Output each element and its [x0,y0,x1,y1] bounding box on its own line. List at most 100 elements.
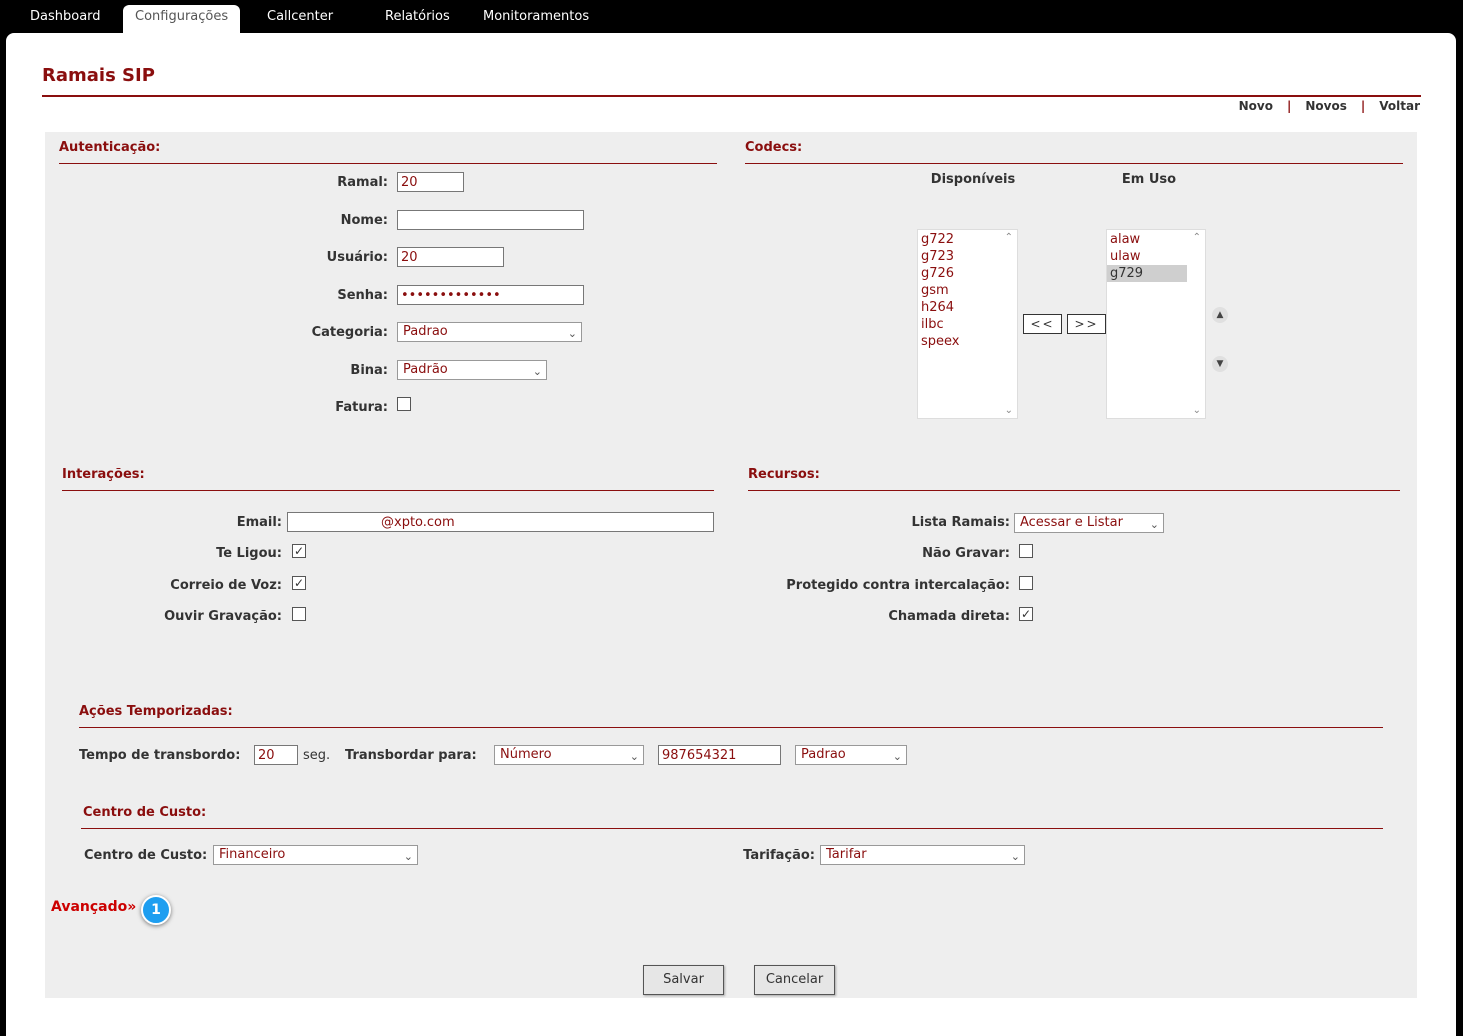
transbordar-padrao-select[interactable]: Padrao ⌄ [795,745,907,765]
move-down-icon[interactable]: ▼ [1212,356,1228,372]
page-title: Ramais SIP [42,65,155,86]
interacoes-divider [62,490,714,491]
te-ligou-label: Te Ligou: [216,546,282,561]
fatura-label: Fatura: [335,400,388,415]
nao-gravar-checkbox[interactable] [1019,544,1033,558]
centro-divider [81,828,1383,829]
centro-title: Centro de Custo: [83,805,207,820]
list-item[interactable]: h264 [918,299,1017,316]
move-up-icon[interactable]: ▲ [1212,307,1228,323]
scroll-up-icon[interactable]: ⌃ [1193,232,1201,243]
tempo-input[interactable] [254,745,298,765]
recursos-title: Recursos: [748,467,820,482]
tab-callcenter[interactable]: Callcenter [255,5,345,34]
scroll-down-icon[interactable]: ⌄ [1005,405,1013,416]
tarifacao-select[interactable]: Tarifar ⌄ [820,845,1025,865]
chevron-down-icon: ⌄ [567,327,577,340]
transbordar-tipo-select[interactable]: Número ⌄ [494,745,644,765]
tarifacao-label: Tarifação: [743,848,815,863]
main-panel: Ramais SIP Novo | Novos | Voltar Autenticaçã… [6,33,1456,1036]
ramal-label: Ramal: [337,175,388,190]
chevron-down-icon: ⌄ [403,850,413,863]
chamada-direta-label: Chamada direta: [888,609,1010,624]
bina-select[interactable]: Padrão ⌄ [397,360,547,380]
inuse-codecs-list[interactable]: alaw ulaw g729 ⌃ ⌄ [1106,229,1206,419]
cancelar-button[interactable]: Cancelar [754,965,835,995]
tab-configuracoes[interactable]: Configurações [123,5,241,34]
transbordar-padrao-value: Padrao [801,747,846,762]
autenticacao-title: Autenticação: [59,140,161,155]
transbordar-label: Transbordar para: [345,748,477,763]
form-area: Autenticação: Ramal: Nome: Usuário: Senh… [45,132,1417,998]
disponiveis-label: Disponíveis [930,172,1016,187]
codecs-title: Codecs: [745,140,803,155]
senha-label: Senha: [337,288,388,303]
nao-gravar-label: Não Gravar: [922,546,1010,561]
numero-input[interactable] [658,745,781,765]
ouvir-gravacao-label: Ouvir Gravação: [164,609,282,624]
em-uso-label: Em Uso [1121,172,1177,187]
acoes-title: Ações Temporizadas: [79,704,233,719]
chevron-down-icon: ⌄ [1149,518,1159,531]
action-links: Novo | Novos | Voltar [1239,99,1420,113]
novo-link[interactable]: Novo [1239,99,1273,113]
centro-custo-label: Centro de Custo: [84,848,208,863]
transbordar-tipo-value: Número [500,747,552,762]
categoria-label: Categoria: [311,325,388,340]
list-item[interactable]: alaw [1107,231,1205,248]
tarifacao-value: Tarifar [826,847,867,862]
bina-value: Padrão [403,362,448,377]
avancado-link[interactable]: Avançado» [51,899,136,915]
tempo-unit: seg. [303,748,331,763]
tab-relatorios[interactable]: Relatórios [373,5,462,34]
lista-ramais-select[interactable]: Acessar e Listar ⌄ [1014,513,1164,533]
novos-link[interactable]: Novos [1305,99,1347,113]
chevron-down-icon: ⌄ [892,750,902,763]
chevron-down-icon: ⌄ [532,365,542,378]
email-input[interactable] [287,512,714,532]
list-item-selected[interactable]: g729 [1107,265,1187,282]
salvar-button[interactable]: Salvar [643,965,724,995]
codecs-divider [745,163,1403,164]
scroll-down-icon[interactable]: ⌄ [1193,405,1201,416]
title-divider [42,95,1421,97]
move-left-button[interactable]: << [1023,314,1062,334]
categoria-value: Padrao [403,324,448,339]
centro-custo-value: Financeiro [219,847,286,862]
list-item[interactable]: ilbc [918,316,1017,333]
protegido-checkbox[interactable] [1019,576,1033,590]
correio-voz-checkbox[interactable]: ✓ [292,576,306,590]
te-ligou-checkbox[interactable]: ✓ [292,544,306,558]
ramal-input[interactable] [397,172,464,192]
chevron-down-icon: ⌄ [1010,850,1020,863]
move-right-button[interactable]: >> [1067,314,1106,334]
tab-monitoramentos[interactable]: Monitoramentos [471,5,601,34]
link-separator: | [1286,99,1292,113]
correio-voz-label: Correio de Voz: [170,578,282,593]
usuario-input[interactable] [397,247,504,267]
categoria-select[interactable]: Padrao ⌄ [397,322,582,342]
chamada-direta-checkbox[interactable]: ✓ [1019,607,1033,621]
scroll-up-icon[interactable]: ⌃ [1005,232,1013,243]
centro-custo-select[interactable]: Financeiro ⌄ [213,845,418,865]
lista-ramais-label: Lista Ramais: [911,515,1010,530]
voltar-link[interactable]: Voltar [1379,99,1420,113]
senha-input[interactable] [397,285,584,305]
list-item[interactable]: g722 [918,231,1017,248]
available-codecs-list[interactable]: g722 g723 g726 gsm h264 ilbc speex ⌃ ⌄ [917,229,1018,419]
ouvir-gravacao-checkbox[interactable] [292,607,306,621]
fatura-checkbox[interactable] [397,397,411,411]
lista-ramais-value: Acessar e Listar [1020,515,1123,530]
list-item[interactable]: speex [918,333,1017,350]
tab-dashboard[interactable]: Dashboard [18,5,113,34]
list-item[interactable]: gsm [918,282,1017,299]
list-item[interactable]: ulaw [1107,248,1205,265]
nome-input[interactable] [397,210,584,230]
list-item[interactable]: g723 [918,248,1017,265]
interacoes-title: Interações: [62,467,145,482]
email-label: Email: [236,515,282,530]
tempo-label: Tempo de transbordo: [79,748,241,763]
top-navigation: Dashboard Configurações Callcenter Relat… [0,0,1463,34]
autenticacao-divider [59,163,717,164]
list-item[interactable]: g726 [918,265,1017,282]
